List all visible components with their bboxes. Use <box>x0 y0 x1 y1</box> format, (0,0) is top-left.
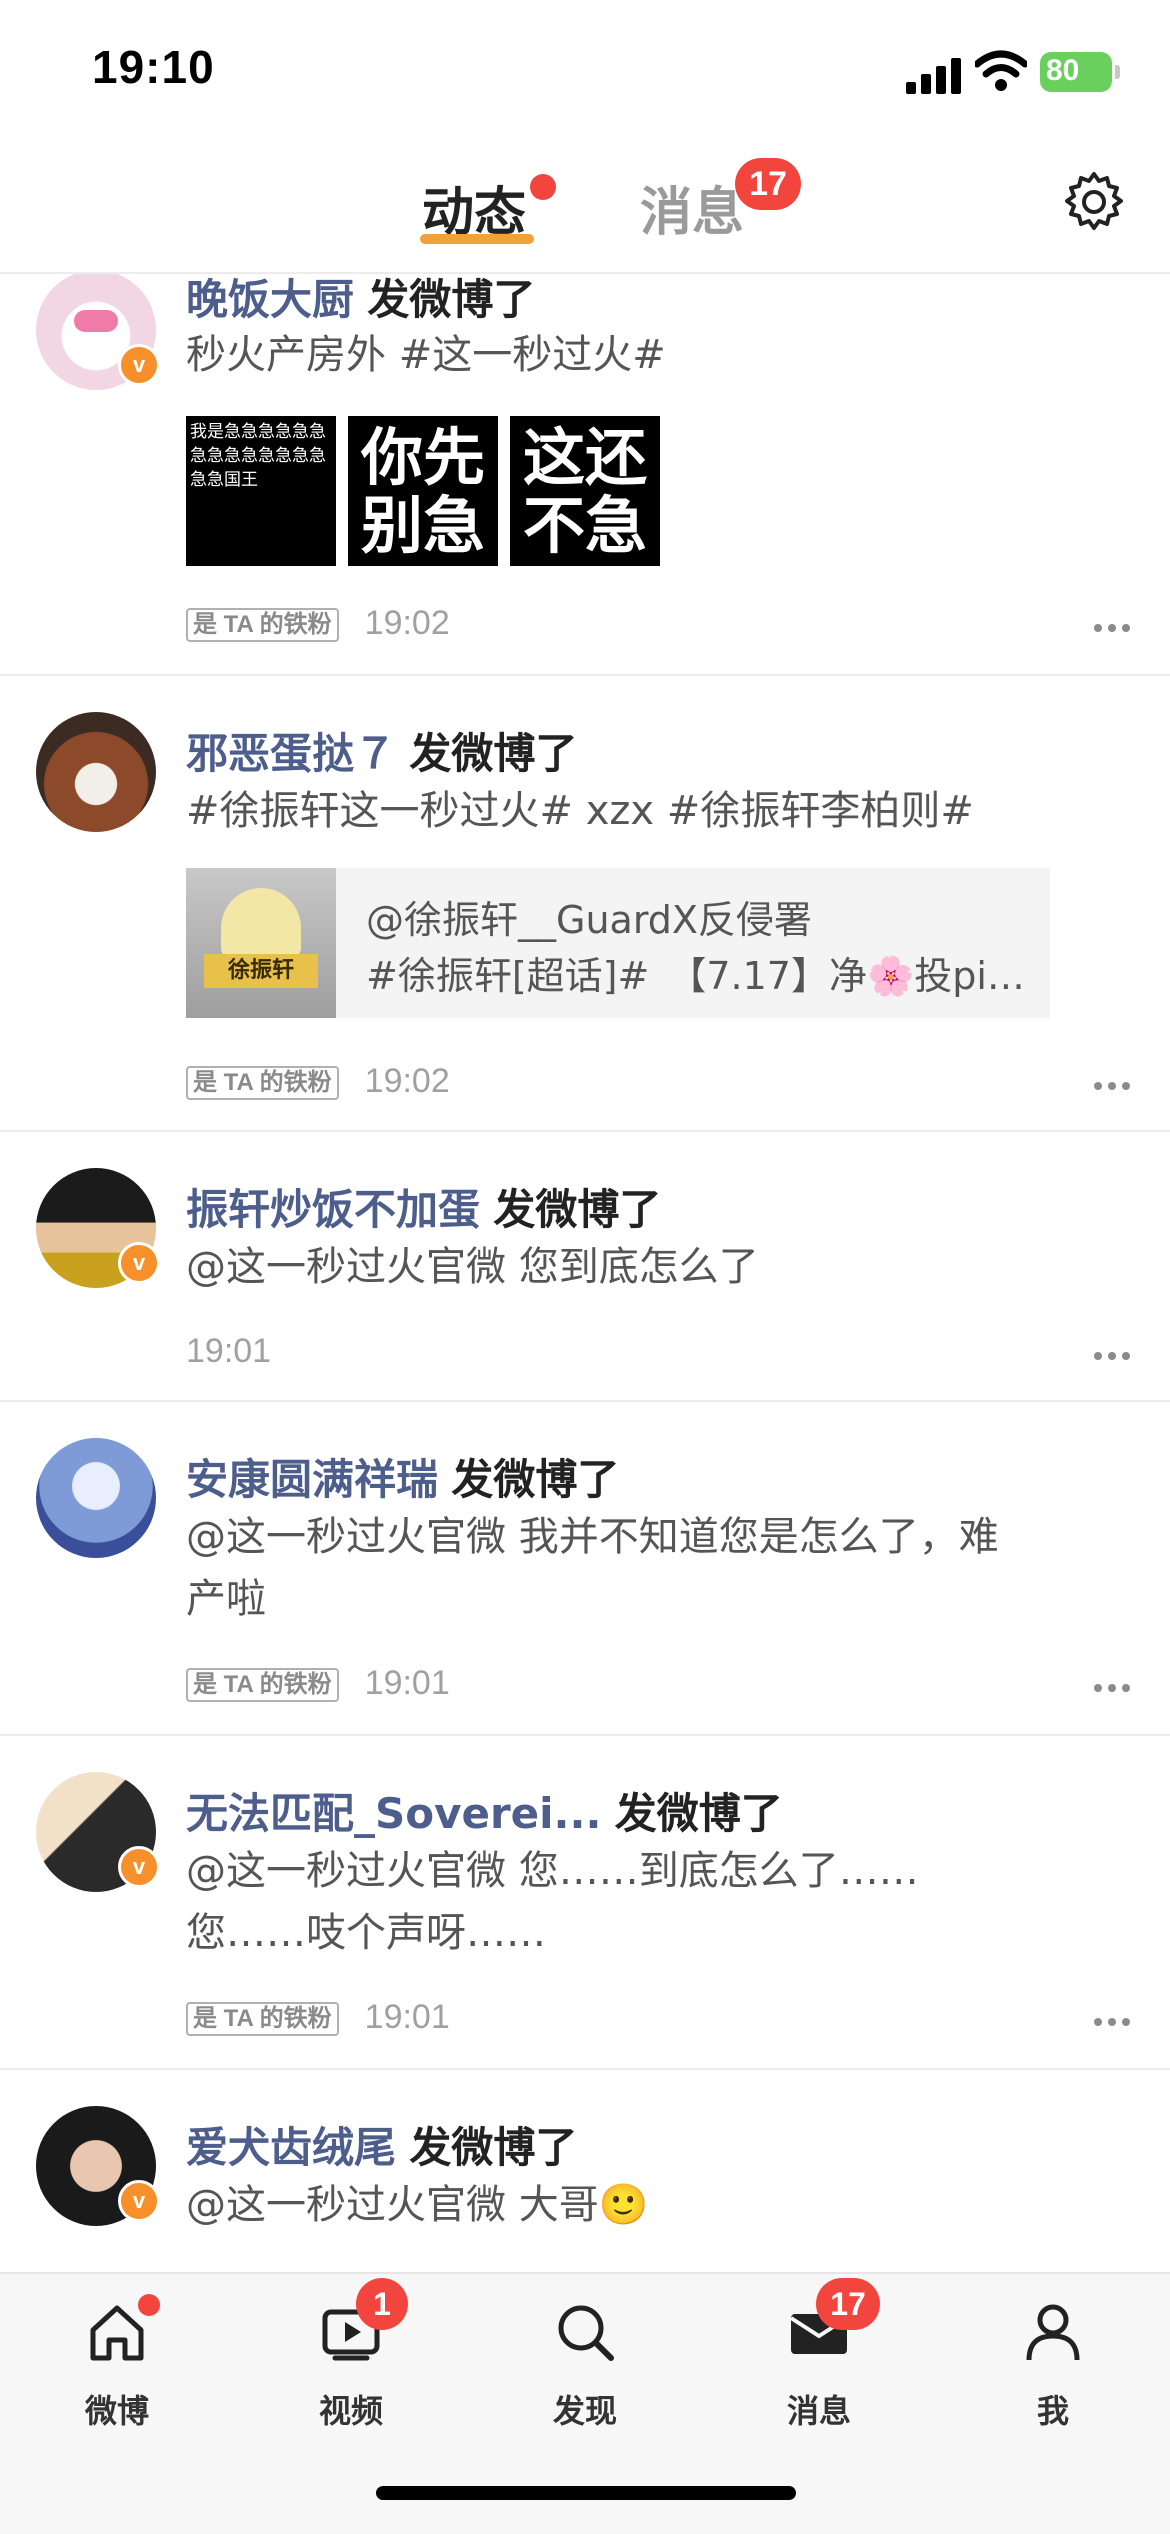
card-text: @徐振轩__GuardX反侵署 #徐振轩[超话]# 【7.17】净🌸投pi… <box>366 892 1025 1004</box>
fan-tag: 是 TA 的铁粉 <box>186 608 339 643</box>
verified-badge: v <box>118 344 160 386</box>
post-text[interactable]: @这一秒过火官微 您……到底怎么了…… 您……吱个声呀…… <box>186 1840 1066 1964</box>
tab-label: 微博 <box>84 2392 149 2430</box>
post-image[interactable]: 你先别急 <box>348 416 498 566</box>
tab-label: 发现 <box>552 2392 617 2430</box>
post-meta: 是 TA 的铁粉 19:02 <box>186 1062 450 1101</box>
username[interactable]: 安康圆满祥瑞 <box>186 1455 438 1504</box>
card-line-1: @徐振轩__GuardX反侵署 <box>366 898 812 942</box>
feed-title: 爱犬齿绒尾 发微博了 <box>186 2114 577 2175</box>
tab-label: 消息 <box>786 2392 851 2430</box>
wifi-icon <box>975 50 1027 91</box>
feed-title: 安康圆满祥瑞 发微博了 <box>186 1446 619 1507</box>
more-options-icon[interactable] <box>1094 624 1130 634</box>
card-thumb-label: 徐振轩 <box>204 954 318 988</box>
more-options-icon[interactable] <box>1094 1684 1130 1694</box>
fan-tag: 是 TA 的铁粉 <box>186 1066 339 1101</box>
feed-list: v 晚饭大厨 发微博了 秒火产房外 #这一秒过火# 我是急急急急急急急急急急急急… <box>0 274 1170 2272</box>
username[interactable]: 无法匹配_Soverei... <box>186 1789 601 1838</box>
action-label: 发微博了 <box>451 1455 620 1504</box>
tab-video[interactable]: 1 视频 <box>234 2274 468 2474</box>
battery-level: 80 <box>1046 54 1080 87</box>
profile-icon <box>1026 2304 1080 2361</box>
action-label: 发微博了 <box>409 2123 578 2172</box>
post-image[interactable]: 我是急急急急急急急急急急急急急急急急国王 <box>186 416 336 566</box>
post-time: 19:02 <box>364 604 450 642</box>
post-time: 19:01 <box>186 1332 272 1370</box>
post-meta: 是 TA 的铁粉 19:01 <box>186 1998 450 2037</box>
verified-badge: v <box>118 1846 160 1888</box>
feed-item[interactable]: v 无法匹配_Soverei... 发微博了 @这一秒过火官微 您……到底怎么了… <box>0 1736 1170 2070</box>
action-label: 发微博了 <box>409 729 578 778</box>
home-indicator <box>376 2486 796 2500</box>
feed-item[interactable]: 邪恶蛋挞７ 发微博了 #徐振轩这一秒过火# xzx #徐振轩李柏则# 徐振轩 @… <box>0 676 1170 1132</box>
verified-badge: v <box>118 2180 160 2222</box>
post-image[interactable]: 这还不急 <box>510 416 660 566</box>
video-badge: 1 <box>356 2278 408 2330</box>
username[interactable]: 晚饭大厨 <box>186 275 354 324</box>
tab-weibo[interactable]: 微博 <box>0 2274 234 2474</box>
more-options-icon[interactable] <box>1094 1082 1130 1092</box>
post-text[interactable]: @这一秒过火官微 我并不知道您是怎么了，难 产啦 <box>186 1506 1066 1630</box>
feed-item[interactable]: 安康圆满祥瑞 发微博了 @这一秒过火官微 我并不知道您是怎么了，难 产啦 是 T… <box>0 1402 1170 1736</box>
signal-icon <box>906 54 962 94</box>
username[interactable]: 爱犬齿绒尾 <box>186 2123 396 2172</box>
post-text-line: 您……吱个声呀…… <box>186 1910 546 1956</box>
avatar[interactable] <box>36 1438 156 1558</box>
tab-discover[interactable]: 发现 <box>468 2274 702 2474</box>
feed-item[interactable]: v 振轩炒饭不加蛋 发微博了 @这一秒过火官微 您到底怎么了 19:01 <box>0 1132 1170 1402</box>
feed-title: 晚饭大厨 发微博了 <box>186 274 535 327</box>
feed-title: 振轩炒饭不加蛋 发微博了 <box>186 1176 661 1237</box>
search-icon <box>558 2305 614 2361</box>
battery-icon: 80 <box>1040 52 1120 92</box>
feed-item[interactable]: v 爱犬齿绒尾 发微博了 @这一秒过火官微 大哥🙂 <box>0 2070 1170 2272</box>
post-time: 19:01 <box>364 1998 450 2036</box>
post-time: 19:02 <box>364 1062 450 1100</box>
action-label: 发微博了 <box>367 275 536 324</box>
tab-messages[interactable]: 17 消息 <box>702 2274 936 2474</box>
post-text[interactable]: 秒火产房外 #这一秒过火# <box>186 324 1066 386</box>
post-text-line: @这一秒过火官微 我并不知道您是怎么了，难 <box>186 1514 999 1560</box>
tab-label: 我 <box>1036 2392 1069 2430</box>
card-thumbnail: 徐振轩 <box>186 868 336 1018</box>
card-line-2: #徐振轩[超话]# 【7.17】净🌸投pi… <box>366 954 1025 998</box>
post-text-line: @这一秒过火官微 您……到底怎么了…… <box>186 1848 919 1894</box>
settings-gear-icon[interactable] <box>1062 170 1126 234</box>
more-options-icon[interactable] <box>1094 2018 1130 2028</box>
post-time: 19:01 <box>364 1664 450 1702</box>
post-meta: 是 TA 的铁粉 19:01 <box>186 1664 450 1703</box>
username[interactable]: 振轩炒饭不加蛋 <box>186 1185 480 1234</box>
tab-xiaoxi[interactable]: 消息 <box>640 170 744 245</box>
post-text[interactable]: @这一秒过火官微 您到底怎么了 <box>186 1236 1066 1298</box>
tab-me[interactable]: 我 <box>936 2274 1170 2474</box>
username[interactable]: 邪恶蛋挞７ <box>186 729 396 778</box>
messages-badge: 17 <box>816 2278 880 2330</box>
messages-count-badge: 17 <box>735 158 801 210</box>
feed-title: 邪恶蛋挞７ 发微博了 <box>186 720 577 781</box>
verified-badge: v <box>118 1242 160 1284</box>
post-text-line: 产啦 <box>186 1576 266 1622</box>
repost-card[interactable]: 徐振轩 @徐振轩__GuardX反侵署 #徐振轩[超话]# 【7.17】净🌸投p… <box>186 868 1050 1018</box>
new-dot-indicator <box>530 174 556 200</box>
tab-label: 视频 <box>318 2392 383 2430</box>
feed-title: 无法匹配_Soverei... 发微博了 <box>186 1780 783 1841</box>
status-time: 19:10 <box>92 41 215 93</box>
post-text[interactable]: #徐振轩这一秒过火# xzx #徐振轩李柏则# <box>186 780 1066 842</box>
top-navigation: 动态 消息 17 <box>0 140 1170 274</box>
avatar[interactable] <box>36 712 156 832</box>
post-meta: 是 TA 的铁粉 19:02 <box>186 604 450 643</box>
feed-item[interactable]: v 晚饭大厨 发微博了 秒火产房外 #这一秒过火# 我是急急急急急急急急急急急急… <box>0 274 1170 676</box>
new-dot-indicator <box>138 2294 160 2316</box>
post-text[interactable]: @这一秒过火官微 大哥🙂 <box>186 2174 1066 2236</box>
fan-tag: 是 TA 的铁粉 <box>186 1668 339 1703</box>
action-label: 发微博了 <box>614 1789 783 1838</box>
fan-tag: 是 TA 的铁粉 <box>186 2002 339 2037</box>
active-tab-underline <box>420 234 534 244</box>
status-bar: 19:10 80 <box>0 0 1170 140</box>
action-label: 发微博了 <box>493 1185 662 1234</box>
more-options-icon[interactable] <box>1094 1352 1130 1362</box>
